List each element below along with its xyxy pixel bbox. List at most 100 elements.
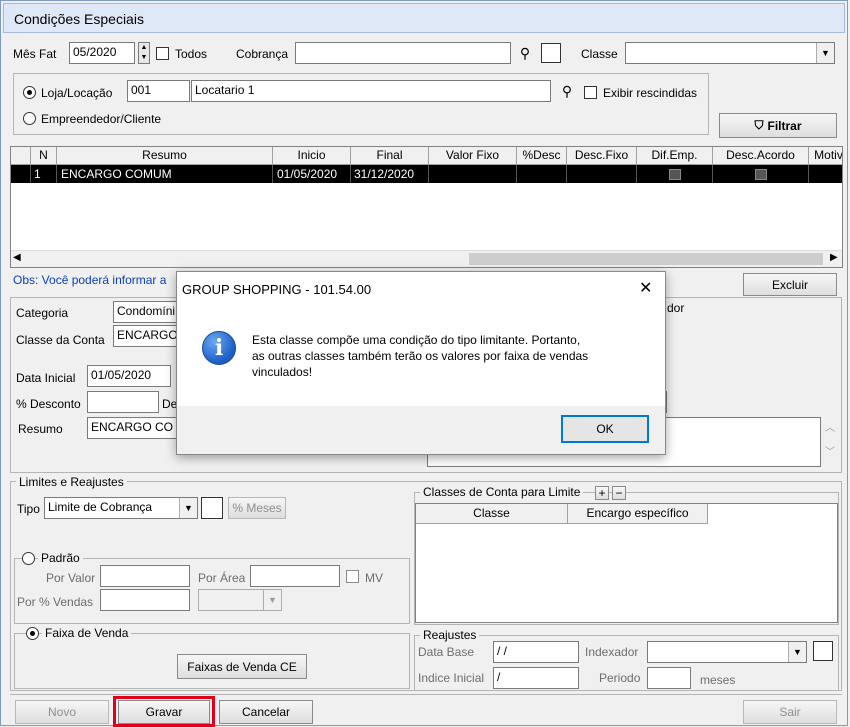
meses-button[interactable]: % Meses bbox=[228, 497, 286, 519]
meses-label: meses bbox=[700, 673, 736, 687]
add-class-button[interactable]: + bbox=[595, 486, 609, 500]
table-cell-resumo[interactable]: ENCARGO COMUM bbox=[57, 165, 273, 183]
faixa-radio[interactable] bbox=[26, 627, 39, 640]
faixas-venda-button[interactable]: Faixas de Venda CE bbox=[177, 654, 307, 679]
document-icon[interactable] bbox=[541, 43, 561, 63]
table-cell-n[interactable]: 1 bbox=[31, 165, 57, 183]
table-cell-desc-acordo[interactable] bbox=[713, 165, 809, 183]
grid-header-indicator bbox=[11, 147, 31, 165]
por-valor-input[interactable] bbox=[100, 565, 190, 587]
mes-fat-input[interactable]: 05/2020 bbox=[69, 42, 135, 64]
classe-select[interactable]: ▼ bbox=[625, 42, 835, 64]
grid-header-motiv[interactable]: Motiv bbox=[809, 147, 842, 165]
periodo-input[interactable] bbox=[647, 667, 691, 689]
reajustes-title: Reajustes bbox=[420, 628, 480, 642]
grid-header-valor-fixo[interactable]: Valor Fixo bbox=[429, 147, 517, 165]
grid-header-dif-emp[interactable]: Dif.Emp. bbox=[637, 147, 713, 165]
window-titlebar: Condições Especiais bbox=[3, 3, 845, 33]
mv-label: MV bbox=[365, 571, 383, 585]
conditions-grid[interactable]: N Resumo Inicio Final Valor Fixo %Desc D… bbox=[10, 146, 843, 268]
tipo-label: Tipo bbox=[17, 502, 40, 516]
dialog-message-line-3: vinculados! bbox=[252, 365, 313, 379]
cancelar-button[interactable]: Cancelar bbox=[219, 700, 313, 724]
grid-horizontal-scrollbar[interactable]: ◀ ▶ bbox=[11, 250, 842, 267]
binoculars-icon[interactable]: ⚲ bbox=[515, 43, 535, 63]
conditions-window: Condições Especiais Mês Fat 05/2020 ▲ ▼ T… bbox=[0, 0, 848, 727]
textarea-scrollbar[interactable]: ︿ ﹀ bbox=[821, 417, 839, 467]
mes-fat-label: Mês Fat bbox=[13, 47, 57, 61]
desc-acordo-checkbox[interactable] bbox=[754, 169, 767, 181]
por-vendas-select[interactable]: ▼ bbox=[198, 589, 282, 611]
periodo-label: Periodo bbox=[599, 671, 641, 685]
sair-button[interactable]: Sair bbox=[743, 700, 837, 724]
gravar-button[interactable]: Gravar bbox=[118, 700, 210, 724]
grid-header-desc[interactable]: %Desc bbox=[517, 147, 567, 165]
indexador-select[interactable]: ▼ bbox=[647, 641, 807, 663]
loja-radio[interactable] bbox=[23, 86, 36, 99]
close-icon[interactable]: ✕ bbox=[639, 278, 652, 298]
exibir-rescindidas-checkbox[interactable] bbox=[584, 86, 597, 99]
dialog-title: GROUP SHOPPING - 101.54.00 bbox=[182, 282, 372, 297]
grid-header-encargo[interactable]: Encargo específico bbox=[568, 504, 708, 524]
data-base-label: Data Base bbox=[418, 645, 475, 659]
loja-name-input[interactable]: Locatario 1 bbox=[191, 80, 551, 102]
grid-header-final[interactable]: Final bbox=[351, 147, 429, 165]
padrao-radio[interactable] bbox=[22, 552, 35, 565]
padrao-label: Padrão bbox=[38, 551, 83, 565]
scroll-right-icon[interactable]: ▶ bbox=[830, 252, 838, 263]
grid-header-desc-acordo[interactable]: Desc.Acordo bbox=[713, 147, 809, 165]
indice-inicial-input[interactable]: / bbox=[493, 667, 579, 689]
todos-label: Todos bbox=[175, 47, 208, 61]
table-cell-inicio[interactable]: 01/05/2020 bbox=[273, 165, 351, 183]
tipo-select[interactable]: Limite de Cobrança ▼ bbox=[44, 497, 198, 519]
data-inicial-input[interactable]: 01/05/2020 bbox=[87, 365, 171, 387]
table-cell-desc[interactable] bbox=[517, 165, 567, 183]
dif-emp-checkbox[interactable] bbox=[668, 169, 681, 181]
table-cell-desc-fixo[interactable] bbox=[567, 165, 637, 183]
mes-fat-spinner[interactable]: ▲ ▼ bbox=[138, 42, 150, 64]
obs-text: Obs: Você poderá informar a bbox=[13, 273, 167, 287]
filtrar-button[interactable]: ⛉ Filtrar bbox=[719, 113, 837, 138]
binoculars-icon[interactable]: ⚲ bbox=[557, 81, 577, 101]
grid-header-resumo[interactable]: Resumo bbox=[57, 147, 273, 165]
document-icon[interactable] bbox=[201, 497, 223, 519]
document-icon[interactable] bbox=[813, 641, 833, 661]
loja-code-input[interactable]: 001 bbox=[127, 80, 190, 102]
table-cell-valor-fixo[interactable] bbox=[429, 165, 517, 183]
dialog-message-line-1: Esta classe compõe uma condição do tipo … bbox=[252, 333, 581, 347]
grid-header-inicio[interactable]: Inicio bbox=[273, 147, 351, 165]
indexador-label: Indexador bbox=[585, 645, 639, 659]
filter-icon: ⛉ bbox=[754, 118, 764, 132]
limites-group-title: Limites e Reajustes bbox=[16, 475, 127, 489]
scroll-left-icon[interactable]: ◀ bbox=[13, 252, 21, 263]
chevron-down-icon: ▼ bbox=[263, 590, 281, 610]
resumo-input[interactable]: ENCARGO CO bbox=[87, 417, 179, 439]
grid-header-desc-fixo[interactable]: Desc.Fixo bbox=[567, 147, 637, 165]
scrollbar-thumb[interactable] bbox=[469, 253, 823, 265]
ok-button[interactable]: OK bbox=[561, 415, 649, 443]
categoria-input[interactable]: Condomíni bbox=[113, 301, 179, 323]
classe-conta-label: Classe da Conta bbox=[16, 333, 105, 347]
message-dialog: GROUP SHOPPING - 101.54.00 ✕ i Esta clas… bbox=[176, 271, 666, 455]
por-vendas-input[interactable] bbox=[100, 589, 190, 611]
dialog-message-line-2: as outras classes também terão os valore… bbox=[252, 349, 589, 363]
data-base-input[interactable]: / / bbox=[493, 641, 579, 663]
classe-conta-input[interactable]: ENCARGO bbox=[113, 325, 179, 347]
table-cell-dif-emp[interactable] bbox=[637, 165, 713, 183]
grid-header-classe[interactable]: Classe bbox=[416, 504, 568, 524]
categoria-label: Categoria bbox=[16, 306, 69, 320]
por-area-input[interactable] bbox=[250, 565, 340, 587]
table-cell-final[interactable]: 31/12/2020 bbox=[351, 165, 429, 183]
mv-checkbox[interactable] bbox=[346, 570, 359, 583]
empreendedor-radio[interactable] bbox=[23, 112, 36, 125]
desconto-input[interactable] bbox=[87, 391, 159, 413]
por-valor-label: Por Valor bbox=[46, 571, 96, 585]
table-cell-motiv[interactable] bbox=[809, 165, 842, 183]
excluir-button[interactable]: Excluir bbox=[743, 273, 837, 296]
cobranca-input[interactable] bbox=[295, 42, 511, 64]
grid-header-n[interactable]: N bbox=[31, 147, 57, 165]
todos-checkbox[interactable] bbox=[156, 47, 169, 60]
novo-button[interactable]: Novo bbox=[15, 700, 109, 724]
classes-conta-grid[interactable]: Classe Encargo específico bbox=[415, 503, 838, 623]
remove-class-button[interactable]: − bbox=[612, 486, 626, 500]
